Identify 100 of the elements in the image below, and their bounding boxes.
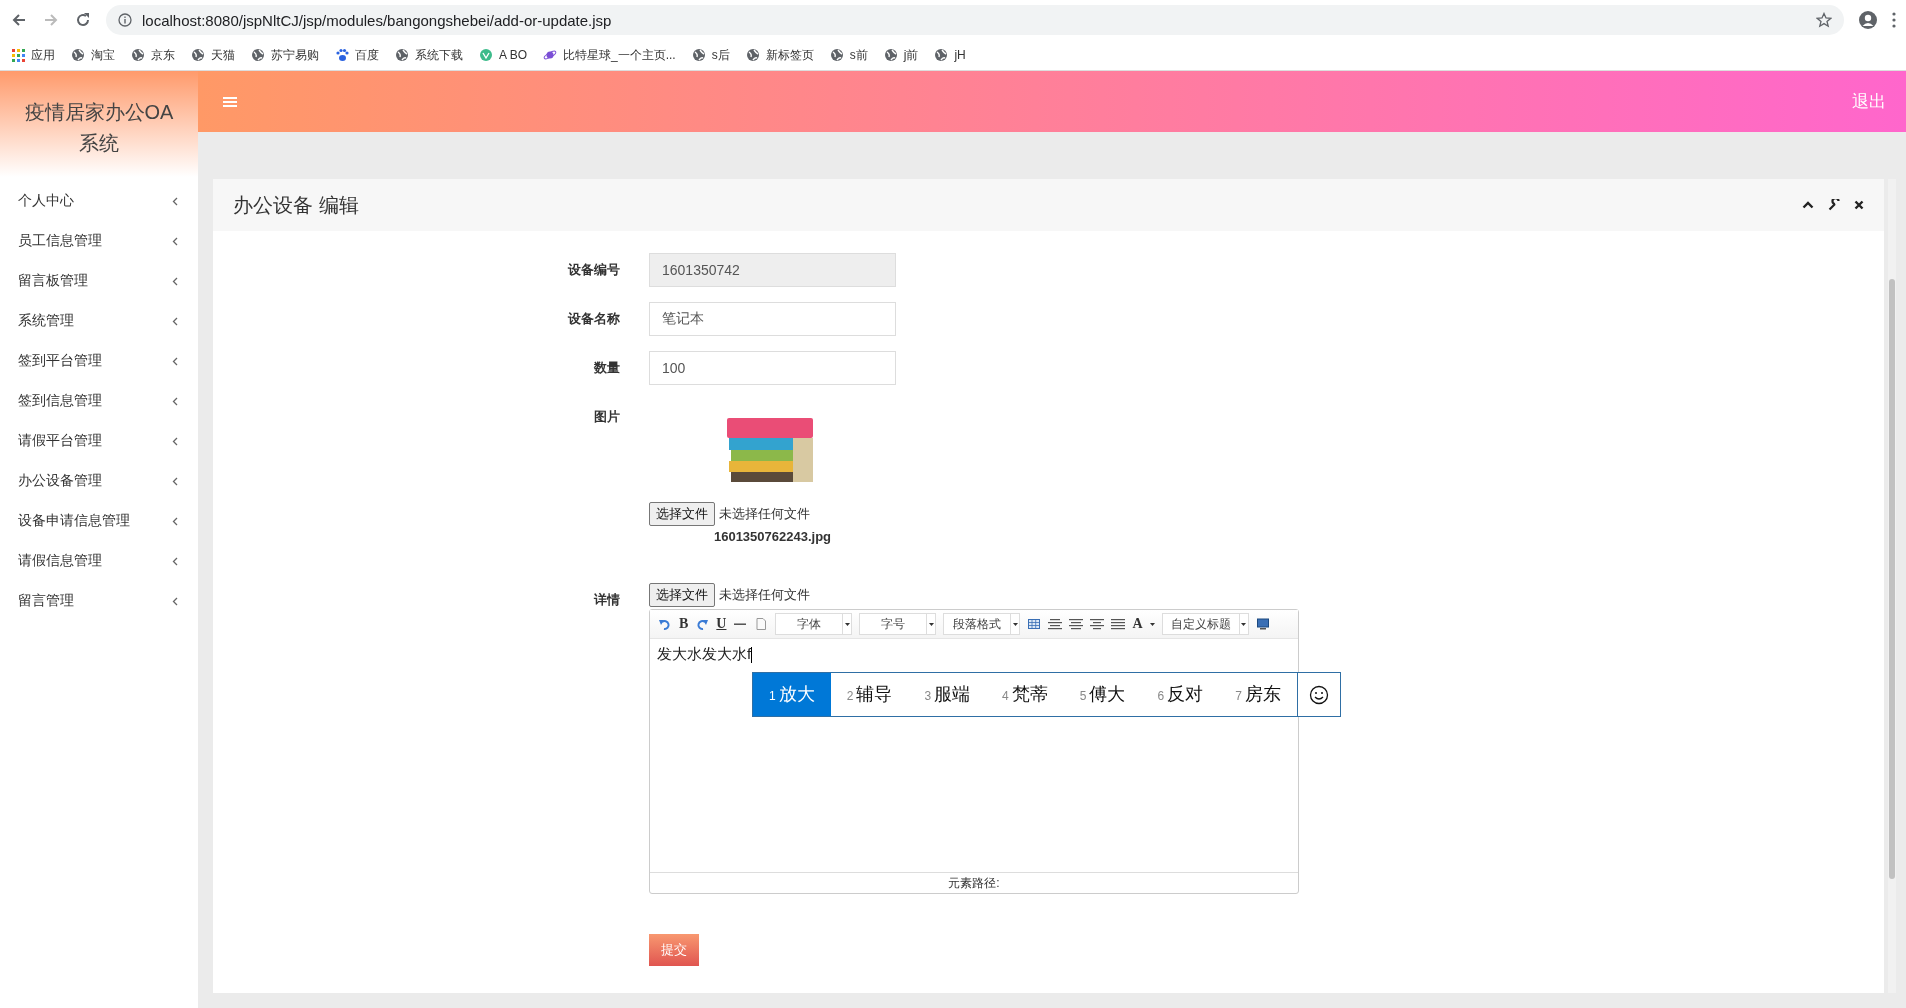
caret-down-icon[interactable]	[1149, 622, 1155, 626]
ime-candidate[interactable]: 2 辅导	[830, 673, 909, 716]
sidebar-item[interactable]: 设备申请信息管理	[0, 501, 198, 541]
chevron-left-icon	[172, 236, 178, 246]
ime-candidate[interactable]: 5 傅大	[1063, 673, 1142, 716]
sidebar-item[interactable]: 签到平台管理	[0, 341, 198, 381]
bookmark[interactable]: 天猫	[191, 46, 235, 64]
bookmark[interactable]: 淘宝	[71, 46, 115, 64]
chevron-left-icon	[172, 276, 178, 286]
chevron-left-icon	[172, 196, 178, 206]
input-field[interactable]: 100	[649, 351, 896, 385]
caret-down-icon	[844, 622, 850, 626]
caret-down-icon	[928, 622, 934, 626]
bold-button[interactable]: B	[679, 616, 689, 632]
table-icon[interactable]	[1027, 617, 1042, 631]
undo-icon[interactable]	[658, 617, 672, 631]
sidebar-item[interactable]: 请假平台管理	[0, 421, 198, 461]
paw-icon	[335, 48, 349, 62]
file-name: 1601350762243.jpg	[712, 529, 833, 544]
field-label: 设备名称	[567, 310, 620, 328]
ime-candidate[interactable]: 4 梵蒂	[986, 673, 1064, 716]
align-center-icon[interactable]	[1090, 617, 1105, 631]
align-right-icon[interactable]	[1069, 617, 1084, 631]
bookmark[interactable]: 百度	[335, 46, 379, 64]
input-field[interactable]: 笔记本	[649, 302, 896, 336]
bookmark[interactable]: 系统下载	[395, 46, 463, 64]
ime-candidate[interactable]: 1 放大	[753, 673, 831, 716]
account-icon[interactable]	[1858, 10, 1878, 30]
globe-icon	[883, 48, 898, 62]
redo-icon[interactable]	[695, 617, 710, 631]
sidebar-item[interactable]: 办公设备管理	[0, 461, 198, 501]
chevron-left-icon	[172, 316, 178, 326]
bookmark[interactable]: 比特星球_一个主页...	[543, 46, 676, 64]
more-options-icon[interactable]	[1892, 12, 1896, 28]
globe-icon	[829, 48, 844, 62]
sidebar-item[interactable]: 个人中心	[0, 181, 198, 221]
leaf-icon	[479, 48, 493, 62]
chevron-left-icon	[172, 476, 178, 486]
close-icon[interactable]	[1854, 200, 1864, 210]
collapse-icon[interactable]	[1802, 201, 1814, 209]
font-color-button[interactable]: A	[1132, 616, 1143, 632]
choose-file-button[interactable]: 选择文件	[649, 502, 715, 526]
address-bar[interactable]: localhost:8080/jspNltCJ/jsp/modules/bangongshebei/add-or-update.jsp	[106, 5, 1844, 35]
app-title: 疫情居家办公OA系统	[24, 100, 174, 156]
caret-down-icon	[1241, 622, 1247, 626]
chevron-left-icon	[172, 396, 178, 406]
editor-status-bar: 元素路径:	[650, 872, 1298, 893]
globe-icon	[934, 48, 949, 62]
bookmark[interactable]: j前	[883, 46, 919, 64]
choose-file-button[interactable]: 选择文件	[649, 583, 715, 607]
bookmark[interactable]: s后	[691, 46, 730, 64]
chevron-left-icon	[172, 556, 178, 566]
sidebar-item[interactable]: 员工信息管理	[0, 221, 198, 261]
bookmark[interactable]: 新标签页	[745, 46, 814, 64]
chevron-left-icon	[172, 436, 178, 446]
align-left-icon[interactable]	[1048, 617, 1063, 631]
bookmark[interactable]: s前	[829, 46, 868, 64]
info-icon	[118, 13, 132, 27]
planet-icon	[543, 48, 557, 62]
ime-candidate[interactable]: 3 服端	[908, 673, 987, 716]
bookmark[interactable]: 应用	[12, 46, 55, 64]
reload-icon[interactable]	[74, 11, 92, 29]
toolbar-dropdown[interactable]: 自定义标题	[1161, 613, 1249, 635]
globe-icon	[71, 48, 85, 62]
caret-down-icon	[1012, 622, 1018, 626]
sidebar-item[interactable]: 留言管理	[0, 581, 198, 621]
star-icon[interactable]	[1816, 12, 1832, 28]
ime-candidate[interactable]: 6 反对	[1141, 673, 1220, 716]
bookmark[interactable]: A BO	[479, 48, 527, 62]
toolbar-dropdown[interactable]: 段落格式	[943, 613, 1021, 635]
url-text: localhost:8080/jspNltCJ/jsp/modules/bangongshebei/add-or-update.jsp	[142, 11, 612, 29]
globe-icon	[745, 48, 760, 62]
apps-grid-icon	[12, 48, 25, 62]
sidebar-item[interactable]: 签到信息管理	[0, 381, 198, 421]
preview-monitor-icon[interactable]	[1255, 617, 1270, 631]
chevron-left-icon	[172, 356, 178, 366]
field-label: 设备编号	[567, 261, 620, 279]
toolbar-dropdown[interactable]: 字体	[775, 613, 853, 635]
bookmark[interactable]: jH	[934, 48, 966, 62]
sidebar-item[interactable]: 留言板管理	[0, 261, 198, 301]
sidebar-item[interactable]: 请假信息管理	[0, 541, 198, 581]
bookmark[interactable]: 京东	[131, 46, 175, 64]
file-status-text: 未选择任何文件	[719, 505, 810, 523]
panel-title: 办公设备 编辑	[233, 192, 359, 218]
bookmark[interactable]: 苏宁易购	[251, 46, 319, 64]
page-icon[interactable]	[754, 617, 769, 631]
toolbar-dropdown[interactable]: 字号	[859, 613, 937, 635]
smiley-icon[interactable]	[1308, 684, 1329, 705]
sidebar-item[interactable]: 系统管理	[0, 301, 198, 341]
file-status-text: 未选择任何文件	[719, 586, 810, 604]
globe-icon	[131, 48, 145, 62]
justify-icon[interactable]	[1111, 617, 1126, 631]
chevron-left-icon	[172, 516, 178, 526]
field-label: 详情	[592, 591, 620, 609]
chevron-left-icon	[172, 596, 178, 606]
ime-candidate[interactable]: 7 房东	[1219, 673, 1297, 716]
field-label: 图片	[593, 408, 620, 426]
field-label: 数量	[593, 359, 620, 377]
underline-button[interactable]: U	[716, 616, 727, 632]
globe-icon	[395, 48, 409, 62]
